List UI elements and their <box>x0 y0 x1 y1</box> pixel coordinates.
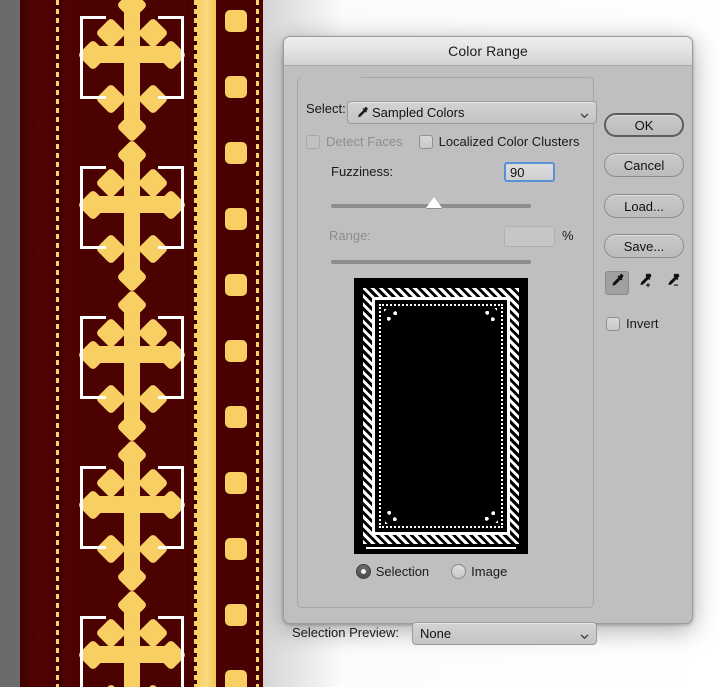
radio-image[interactable]: Image <box>451 564 507 579</box>
groupbox-label-gap <box>301 72 361 86</box>
select-dropdown[interactable]: Sampled Colors <box>347 101 597 124</box>
square-motif <box>225 604 247 626</box>
ok-button[interactable]: OK <box>604 113 684 137</box>
square-motif <box>225 274 247 296</box>
square-motif <box>225 208 247 230</box>
localized-color-clusters-checkbox[interactable]: Localized Color Clusters <box>418 134 580 149</box>
selection-preview-value: None <box>420 626 452 641</box>
eyedropper-tool-strip <box>605 271 689 295</box>
checkbox-box <box>306 134 320 149</box>
localized-color-clusters-label: Localized Color Clusters <box>438 134 580 149</box>
square-motif <box>225 670 247 687</box>
cross-motif <box>76 0 188 148</box>
save-button[interactable]: Save... <box>604 234 684 258</box>
ornament-column <box>76 0 188 687</box>
mask-baseline <box>366 547 516 549</box>
select-label: Select: <box>306 101 346 116</box>
eyedropper-icon <box>609 273 625 294</box>
square-motif <box>225 538 247 560</box>
detect-faces-label: Detect Faces <box>326 134 403 149</box>
selection-preview-thumbnail[interactable] <box>354 278 528 554</box>
range-input <box>504 226 555 247</box>
detect-faces-checkbox: Detect Faces <box>306 134 403 149</box>
cross-motif <box>76 589 188 687</box>
square-motif <box>225 10 247 32</box>
dialog-title: Color Range <box>448 43 528 59</box>
select-dropdown-value: Sampled Colors <box>372 105 465 120</box>
selection-preview-label: Selection Preview: <box>292 625 399 640</box>
square-motif <box>225 76 247 98</box>
mask-corner-flourish <box>385 508 399 524</box>
checkbox-box[interactable] <box>418 134 433 149</box>
eyedropper-icon <box>355 106 369 120</box>
range-unit-label: % <box>562 228 574 243</box>
square-motif <box>225 142 247 164</box>
fuzziness-slider-thumb[interactable] <box>426 197 442 208</box>
artwork-image <box>20 0 263 687</box>
radio-indicator[interactable] <box>451 564 467 579</box>
mask-corner-flourish <box>482 509 498 523</box>
select-row: Select: Sampled Colors <box>306 101 597 124</box>
eyedropper-tool-button[interactable] <box>605 271 629 295</box>
fuzziness-input[interactable]: 90 <box>504 162 555 182</box>
cross-motif <box>76 289 188 448</box>
square-motif <box>225 472 247 494</box>
selection-preview-dropdown[interactable]: None <box>412 622 597 645</box>
fuzziness-label: Fuzziness: <box>331 164 394 179</box>
load-button[interactable]: Load... <box>604 194 684 218</box>
radio-selection-label: Selection <box>375 564 430 579</box>
dialog-titlebar[interactable]: Color Range <box>284 37 692 66</box>
mask-corner-flourish <box>483 308 497 324</box>
eyedropper-subtract-tool-button[interactable] <box>661 271 685 295</box>
fuzziness-value: 90 <box>510 164 525 180</box>
canvas-left-gutter <box>0 0 20 687</box>
square-motif <box>225 406 247 428</box>
cross-motif <box>76 439 188 598</box>
dialog-body: Select: Sampled Colors Detect Faces Loca… <box>284 66 692 645</box>
screen: Color Range Select: Sampled Colors Detec… <box>0 0 720 687</box>
square-motif <box>225 340 247 362</box>
mask-corner-flourish <box>384 309 400 323</box>
invert-label: Invert <box>626 316 659 331</box>
eyedropper-add-tool-button[interactable] <box>633 271 657 295</box>
radio-selection[interactable]: Selection <box>355 564 430 579</box>
cross-motif <box>76 139 188 298</box>
preview-mode-radios: Selection Image <box>284 564 579 579</box>
cancel-button[interactable]: Cancel <box>604 153 684 177</box>
eyedropper-add-icon <box>637 272 653 294</box>
chevron-down-icon <box>580 629 589 639</box>
color-range-dialog: Color Range Select: Sampled Colors Detec… <box>283 36 693 645</box>
chevron-down-icon <box>580 108 589 118</box>
eyedropper-subtract-icon <box>665 272 681 294</box>
range-label: Range: <box>329 228 371 243</box>
square-motif-column <box>216 0 256 687</box>
range-slider-track <box>331 260 531 264</box>
checkbox-box[interactable] <box>606 316 620 331</box>
options-row: Detect Faces Localized Color Clusters <box>306 134 586 149</box>
radio-image-label: Image <box>471 564 508 579</box>
radio-indicator[interactable] <box>355 564 371 579</box>
invert-checkbox[interactable]: Invert <box>606 316 659 331</box>
mask-dotted-frame <box>379 304 503 528</box>
